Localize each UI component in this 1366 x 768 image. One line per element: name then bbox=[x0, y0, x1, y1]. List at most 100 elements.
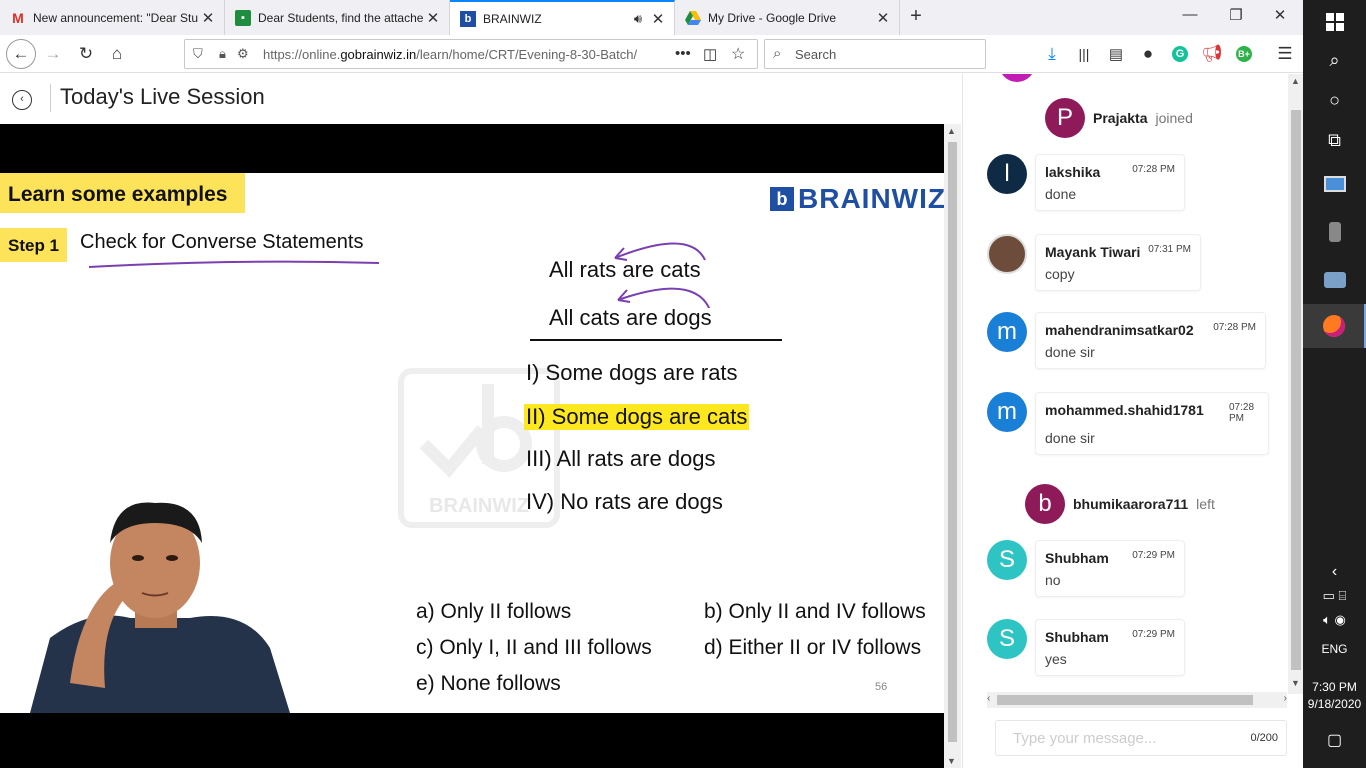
account-icon[interactable]: ● bbox=[1136, 42, 1160, 66]
cortana-icon[interactable]: ○ bbox=[1303, 78, 1366, 122]
tab-title: BRAINWIZ bbox=[483, 12, 542, 26]
close-icon[interactable]: ✕ bbox=[648, 10, 668, 28]
message-time: 07:29 PM bbox=[1132, 629, 1175, 640]
camera-app-icon[interactable] bbox=[1303, 258, 1366, 302]
statement-divider bbox=[530, 339, 782, 341]
option-a: a) Only II follows bbox=[416, 600, 572, 623]
shield-icon[interactable]: ⛉ bbox=[193, 46, 203, 62]
home-icon[interactable]: ⌂ bbox=[105, 42, 129, 66]
minimize-button[interactable]: — bbox=[1178, 6, 1202, 28]
back-circle-icon[interactable]: ‹ bbox=[12, 90, 32, 110]
avatar: P bbox=[1045, 98, 1085, 138]
search-field[interactable]: ⌕ Search bbox=[764, 39, 986, 69]
conclusion-1: I) Some dogs are rats bbox=[526, 360, 738, 385]
scroll-thumb[interactable] bbox=[1291, 110, 1301, 670]
search-placeholder: Search bbox=[795, 47, 837, 62]
message-input[interactable] bbox=[997, 722, 1237, 754]
message-text: yes bbox=[1045, 651, 1067, 667]
scroll-right-icon[interactable]: › bbox=[1284, 693, 1287, 704]
step-text: Check for Converse Statements bbox=[80, 231, 364, 253]
chat-message: S Shubham 07:29 PM no bbox=[987, 540, 1185, 597]
firefox-app-icon[interactable] bbox=[1303, 304, 1366, 348]
avatar bbox=[999, 74, 1035, 82]
close-icon[interactable]: ✕ bbox=[198, 9, 218, 27]
lock-icon[interactable]: 🔒︎ bbox=[219, 46, 226, 62]
tab-drive[interactable]: My Drive - Google Drive ✕ bbox=[675, 0, 900, 35]
message-user: mohammed.shahid1781 bbox=[1045, 402, 1204, 418]
chat-message: m mahendranimsatkar02 07:28 PM done sir bbox=[987, 312, 1266, 369]
logo-mark-icon: b bbox=[770, 187, 794, 211]
tab-title: New announcement: "Dear Stu bbox=[33, 10, 198, 25]
grammarly-icon[interactable]: G bbox=[1168, 42, 1192, 66]
sidebar-icon[interactable]: ▤ bbox=[1104, 42, 1128, 66]
option-c: c) Only I, II and III follows bbox=[416, 636, 652, 659]
slide-heading: Learn some examples bbox=[0, 173, 246, 213]
tab-classroom[interactable]: ▪ Dear Students, find the attache ✕ bbox=[225, 0, 450, 35]
volume-icon[interactable]: 🔈︎ ◉ bbox=[1303, 598, 1366, 642]
avatar: l bbox=[987, 154, 1027, 194]
pocket-icon[interactable]: ◫ bbox=[703, 45, 717, 63]
menu-icon[interactable]: ☰ bbox=[1273, 42, 1297, 66]
scroll-up-icon[interactable]: ▲ bbox=[947, 126, 956, 136]
scroll-up-icon[interactable]: ▲ bbox=[1291, 76, 1300, 86]
extension-icon[interactable]: B+ bbox=[1232, 42, 1256, 66]
windows-taskbar: ⌕ ○ ⧉ ‹ ▭ ⌸ 🔈︎ ◉ ENG 7:30 PM 9/18/2020 ▢ bbox=[1303, 0, 1366, 768]
bookmark-star-icon[interactable]: ☆ bbox=[731, 44, 745, 64]
video-player[interactable]: Learn some examples Step 1 Check for Con… bbox=[0, 124, 944, 768]
search-icon[interactable]: ⌕ bbox=[1303, 38, 1366, 82]
page-actions-icon[interactable]: ••• bbox=[675, 45, 691, 62]
scroll-down-icon[interactable]: ▼ bbox=[1291, 678, 1300, 688]
notification-icon[interactable]: ▢ bbox=[1303, 718, 1366, 762]
scroll-thumb[interactable] bbox=[997, 695, 1253, 705]
scroll-left-icon[interactable]: ‹ bbox=[987, 693, 990, 704]
tab-gmail[interactable]: M New announcement: "Dear Stu ✕ bbox=[0, 0, 225, 35]
gmail-icon: M bbox=[12, 9, 24, 26]
chat-input-box[interactable]: 0/200 bbox=[995, 720, 1287, 756]
restore-button[interactable]: ❐ bbox=[1224, 6, 1248, 28]
speaker-icon[interactable]: 🔊︎ bbox=[628, 11, 648, 27]
forward-button[interactable]: → bbox=[41, 42, 65, 66]
language-indicator[interactable]: ENG bbox=[1303, 642, 1366, 656]
scroll-down-icon[interactable]: ▼ bbox=[947, 756, 956, 766]
back-button[interactable]: ← bbox=[6, 39, 36, 69]
download-icon[interactable]: ⤓ bbox=[1040, 42, 1064, 66]
message-time: 07:29 PM bbox=[1132, 550, 1175, 561]
reload-button[interactable]: ↻ bbox=[74, 42, 98, 66]
step-badge: Step 1 bbox=[0, 228, 68, 262]
clock-time[interactable]: 7:30 PM bbox=[1303, 680, 1366, 694]
conclusion-2-highlighted: II) Some dogs are cats bbox=[524, 404, 750, 430]
message-text: done bbox=[1045, 186, 1077, 202]
event-user: bhumikaarora711 bbox=[1073, 496, 1189, 512]
underline-stroke bbox=[88, 260, 380, 268]
close-icon[interactable]: ✕ bbox=[873, 9, 893, 27]
message-time: 07:28 PM bbox=[1132, 164, 1175, 175]
message-bubble: Shubham 07:29 PM no bbox=[1035, 540, 1185, 597]
join-event: P Prajakta joined bbox=[1045, 98, 1193, 138]
avatar: S bbox=[987, 619, 1027, 659]
chat-scrollbar[interactable]: ▲ ▼ bbox=[1288, 74, 1303, 694]
tab-brainwiz[interactable]: b BRAINWIZ 🔊︎ ✕ bbox=[450, 0, 675, 36]
recorder-app-icon[interactable] bbox=[1303, 210, 1366, 254]
task-view-icon[interactable]: ⧉ bbox=[1303, 118, 1366, 162]
page-scrollbar[interactable]: ▲ ▼ bbox=[944, 124, 961, 768]
message-bubble: lakshika 07:28 PM done bbox=[1035, 154, 1185, 211]
navigation-bar: ← → ↻ ⌂ ⛉ 🔒︎ ⚙ https://online.gobrainwiz… bbox=[0, 35, 1303, 73]
new-tab-button[interactable]: + bbox=[905, 6, 927, 28]
message-bubble: Mayank Tiwari 07:31 PM copy bbox=[1035, 234, 1201, 291]
chat-horizontal-scrollbar[interactable]: ‹ › bbox=[987, 692, 1287, 708]
close-window-button[interactable]: ✕ bbox=[1268, 6, 1292, 28]
message-text: done sir bbox=[1045, 344, 1095, 360]
url-text[interactable]: https://online.gobrainwiz.in/learn/home/… bbox=[263, 47, 663, 62]
tab-title: My Drive - Google Drive bbox=[708, 10, 837, 25]
scroll-thumb[interactable] bbox=[948, 142, 957, 742]
library-icon[interactable]: ||| bbox=[1072, 42, 1096, 66]
message-time: 07:28 PM bbox=[1229, 402, 1255, 424]
avatar: m bbox=[987, 392, 1027, 432]
url-bar[interactable]: ⛉ 🔒︎ ⚙ https://online.gobrainwiz.in/lear… bbox=[184, 39, 758, 69]
photos-app-icon[interactable] bbox=[1303, 162, 1366, 206]
megaphone-icon[interactable]: 📢︎ bbox=[1200, 42, 1224, 66]
close-icon[interactable]: ✕ bbox=[423, 9, 443, 27]
clock-date[interactable]: 9/18/2020 bbox=[1303, 697, 1366, 711]
permissions-icon[interactable]: ⚙ bbox=[237, 46, 249, 62]
tab-bar: M New announcement: "Dear Stu ✕ ▪ Dear S… bbox=[0, 0, 1303, 36]
